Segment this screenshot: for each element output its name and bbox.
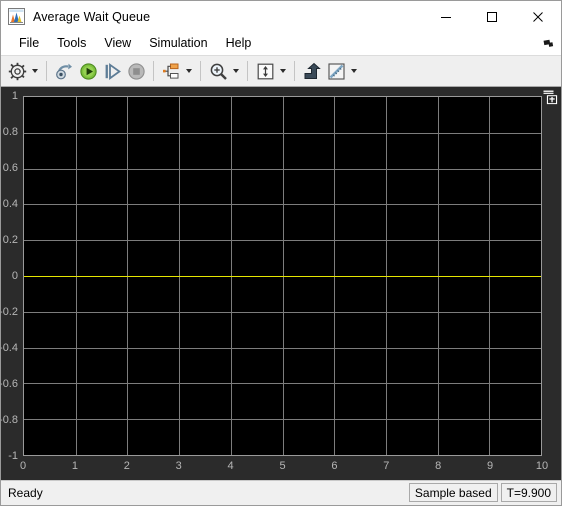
cursor-measurements-icon[interactable] <box>300 59 324 83</box>
maximize-button[interactable] <box>469 1 515 32</box>
menu-help[interactable]: Help <box>217 34 261 53</box>
menu-simulation[interactable]: Simulation <box>140 34 216 53</box>
run-back-to-start-icon[interactable] <box>52 59 76 83</box>
xtick-label: 6 <box>331 460 338 472</box>
step-forward-icon[interactable] <box>100 59 124 83</box>
status-bar: Ready Sample based T=9.900 <box>1 480 561 505</box>
ytick-label: -0.2 <box>1 306 18 318</box>
ytick-label: -0.8 <box>1 414 18 426</box>
xtick-label: 2 <box>123 460 130 472</box>
stop-icon[interactable] <box>124 59 148 83</box>
configuration-dropdown-arrow[interactable] <box>29 59 41 83</box>
ytick-label: 0.8 <box>2 126 18 138</box>
toolbar-separator <box>200 61 201 81</box>
xtick-label: 9 <box>487 460 494 472</box>
signal-selector-icon[interactable] <box>159 59 183 83</box>
ytick-label: 0 <box>11 270 18 282</box>
xtick-label: 0 <box>19 460 27 472</box>
status-panels: Sample based T=9.900 <box>406 483 557 502</box>
xtick-label: 7 <box>383 460 390 472</box>
signal-selector-dropdown-arrow[interactable] <box>183 59 195 83</box>
toolbar-separator <box>153 61 154 81</box>
menu-tools[interactable]: Tools <box>48 34 95 53</box>
signal-trace <box>24 276 541 277</box>
xtick-label: 5 <box>279 460 286 472</box>
title-bar: Average Wait Queue <box>1 1 561 32</box>
measurements-icon[interactable] <box>324 59 348 83</box>
run-icon[interactable] <box>76 59 100 83</box>
autoscale-icon[interactable] <box>253 59 277 83</box>
zoom-in-icon[interactable] <box>206 59 230 83</box>
chart-canvas[interactable] <box>23 96 542 456</box>
status-message: Ready <box>8 486 43 500</box>
ytick-label: 1 <box>11 90 18 102</box>
scope-window: Average Wait Queue File Tools View Simul… <box>0 0 562 506</box>
ytick-label: -0.4 <box>1 342 18 354</box>
zoom-dropdown-arrow[interactable] <box>230 59 242 83</box>
menu-view[interactable]: View <box>95 34 140 53</box>
xtick-label: 4 <box>227 460 234 472</box>
configuration-properties-icon[interactable] <box>5 59 29 83</box>
menu-overflow-icon[interactable] <box>541 36 555 50</box>
plot-area[interactable]: 1 0.8 0.6 0.4 0.2 0 -0.2 -0.4 -0.6 -0.8 … <box>1 87 561 480</box>
status-simulation-time: T=9.900 <box>500 483 557 502</box>
window-controls <box>423 1 561 32</box>
toolbar-separator <box>247 61 248 81</box>
toolbar-separator <box>46 61 47 81</box>
xtick-label: 10 <box>535 460 549 472</box>
scope-icon <box>8 8 25 25</box>
menu-bar: File Tools View Simulation Help <box>1 32 561 55</box>
status-sample-mode: Sample based <box>408 483 498 502</box>
xtick-label: 8 <box>435 460 442 472</box>
autoscale-dropdown-arrow[interactable] <box>277 59 289 83</box>
ytick-label: 0.2 <box>2 234 18 246</box>
floating-scope-icon[interactable] <box>543 90 558 105</box>
ytick-label: 0.4 <box>2 198 18 210</box>
xtick-label: 3 <box>175 460 182 472</box>
ytick-label: -0.6 <box>1 378 18 390</box>
close-button[interactable] <box>515 1 561 32</box>
measurements-dropdown-arrow[interactable] <box>348 59 360 83</box>
xtick-label: 1 <box>71 460 78 472</box>
ytick-label: -1 <box>8 450 18 462</box>
menu-file[interactable]: File <box>10 34 48 53</box>
toolbar-separator <box>294 61 295 81</box>
toolbar <box>1 55 561 87</box>
window-title: Average Wait Queue <box>33 9 151 24</box>
minimize-button[interactable] <box>423 1 469 32</box>
ytick-label: 0.6 <box>2 162 18 174</box>
